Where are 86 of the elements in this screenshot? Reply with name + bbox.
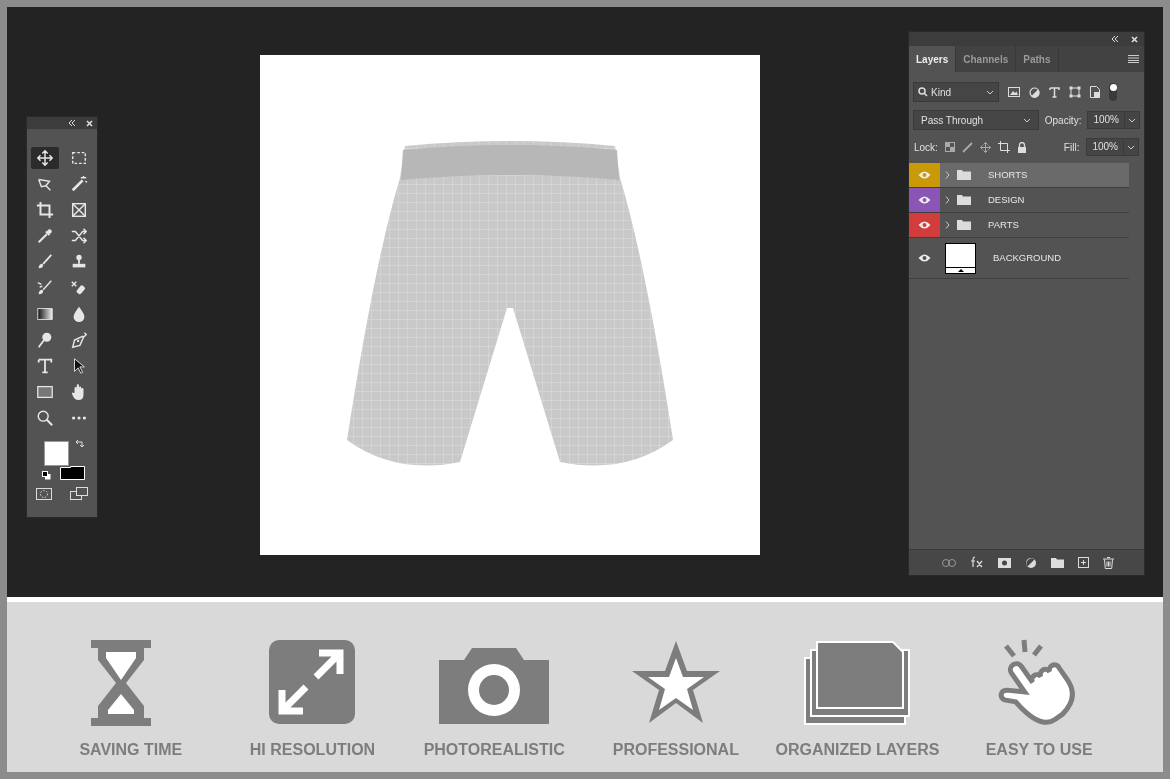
filter-value: Kind — [931, 85, 952, 100]
collapse-icon[interactable] — [68, 120, 76, 126]
lock-icon[interactable] — [1016, 141, 1027, 153]
crossed-arrows-icon[interactable] — [70, 227, 88, 245]
panel-tab[interactable]: Layers — [909, 46, 957, 72]
blend-mode-value: Pass Through — [921, 113, 985, 128]
shape-filter-icon[interactable] — [1069, 86, 1081, 98]
feature-label: PROFESSIONAL — [612, 740, 739, 760]
filter-dropdown[interactable]: Kind — [913, 82, 999, 102]
blend-mode-dropdown[interactable]: Pass Through — [913, 110, 1039, 130]
foreground-color-swatch[interactable] — [44, 441, 69, 466]
close-icon[interactable] — [1131, 35, 1138, 43]
eyedropper-icon[interactable] — [36, 227, 54, 245]
fill-label: Fill: — [1063, 140, 1080, 155]
layer-name: SHORTS — [988, 167, 1028, 182]
type-icon[interactable] — [36, 357, 54, 375]
chevron-right-icon[interactable] — [945, 196, 950, 204]
default-colors-icon[interactable] — [42, 471, 51, 480]
layer-name: DESIGN — [988, 192, 1025, 207]
trash-icon[interactable] — [1103, 556, 1114, 569]
chevron-down-icon — [1127, 144, 1135, 150]
background-color-swatch[interactable] — [60, 466, 85, 480]
folder-icon — [957, 195, 971, 205]
opacity-label: Opacity: — [1044, 113, 1082, 128]
feature-label: SAVING TIME — [79, 740, 183, 760]
panel-tab[interactable]: Paths — [1016, 46, 1059, 72]
smart-object-filter-icon[interactable] — [1090, 86, 1100, 98]
crop-icon[interactable] — [997, 141, 1010, 153]
feature-label: ORGANIZED LAYERS — [775, 740, 940, 760]
close-icon[interactable] — [86, 119, 93, 127]
folder-icon[interactable] — [1051, 557, 1064, 568]
magic-wand-icon[interactable] — [70, 175, 88, 193]
new-layer-icon[interactable] — [1078, 557, 1089, 568]
image-filter-icon[interactable] — [1008, 87, 1020, 97]
swap-colors-icon[interactable] — [75, 439, 85, 449]
feature-label: PHOTOREALISTIC — [423, 740, 565, 760]
fill-field[interactable]: 100% — [1086, 138, 1139, 156]
gradient-icon[interactable] — [36, 305, 54, 323]
pen-icon[interactable] — [70, 331, 88, 349]
brush-icon[interactable] — [961, 141, 973, 153]
eye-icon[interactable] — [918, 196, 931, 204]
layer-row[interactable]: PARTS — [909, 213, 1129, 238]
frame-icon[interactable] — [70, 201, 88, 219]
collapse-icon[interactable] — [1111, 36, 1119, 42]
crop-icon[interactable] — [36, 201, 54, 219]
folder-icon — [957, 220, 971, 230]
rectangle-icon[interactable] — [36, 383, 54, 401]
adjustment-filter-icon[interactable] — [1029, 86, 1040, 98]
stacked-folders-icon — [803, 638, 912, 726]
dodge-icon[interactable] — [36, 331, 54, 349]
panel-tab[interactable]: Channels — [956, 46, 1017, 72]
zoom-icon[interactable] — [36, 409, 54, 427]
chevron-down-icon — [1022, 117, 1031, 123]
layer-thumbnail — [945, 242, 976, 274]
eraser-icon[interactable] — [70, 279, 88, 297]
layer-name: PARTS — [988, 217, 1019, 232]
feature-label: HI RESOLUTION — [249, 740, 376, 760]
fx-icon[interactable] — [970, 556, 984, 569]
lock-transparency-icon[interactable] — [944, 142, 955, 152]
layer-row[interactable]: DESIGN — [909, 188, 1129, 213]
chevron-down-icon — [1128, 117, 1136, 123]
quick-mask-icon[interactable] — [36, 487, 52, 500]
feature-label: EASY TO USE — [985, 740, 1093, 760]
screen-mode-icon[interactable] — [70, 487, 88, 500]
brush-icon[interactable] — [36, 279, 54, 297]
opacity-field[interactable]: 100% — [1087, 111, 1140, 129]
layer-name: BACKGROUND — [993, 250, 1062, 265]
search-icon — [918, 87, 928, 97]
link-icon[interactable] — [942, 558, 956, 567]
adjustment-icon[interactable] — [1025, 556, 1037, 569]
mask-icon[interactable] — [998, 557, 1011, 568]
type-filter-icon[interactable] — [1049, 86, 1060, 98]
rectangle-selection-icon[interactable] — [70, 149, 88, 167]
chevron-right-icon[interactable] — [945, 171, 950, 179]
layer-row[interactable]: SHORTS — [909, 163, 1129, 188]
folder-icon — [957, 170, 971, 180]
eye-icon[interactable] — [918, 221, 931, 229]
filter-toggle-switch[interactable] — [1109, 83, 1117, 101]
eye-icon[interactable] — [918, 254, 931, 262]
lock-label: Lock: — [914, 140, 938, 155]
expand-icon — [267, 638, 358, 726]
menu-icon[interactable] — [1128, 55, 1139, 63]
chevron-right-icon[interactable] — [945, 221, 950, 229]
tool-button[interactable] — [31, 147, 59, 169]
brush-icon[interactable] — [36, 253, 54, 271]
chevron-down-icon — [986, 89, 994, 95]
